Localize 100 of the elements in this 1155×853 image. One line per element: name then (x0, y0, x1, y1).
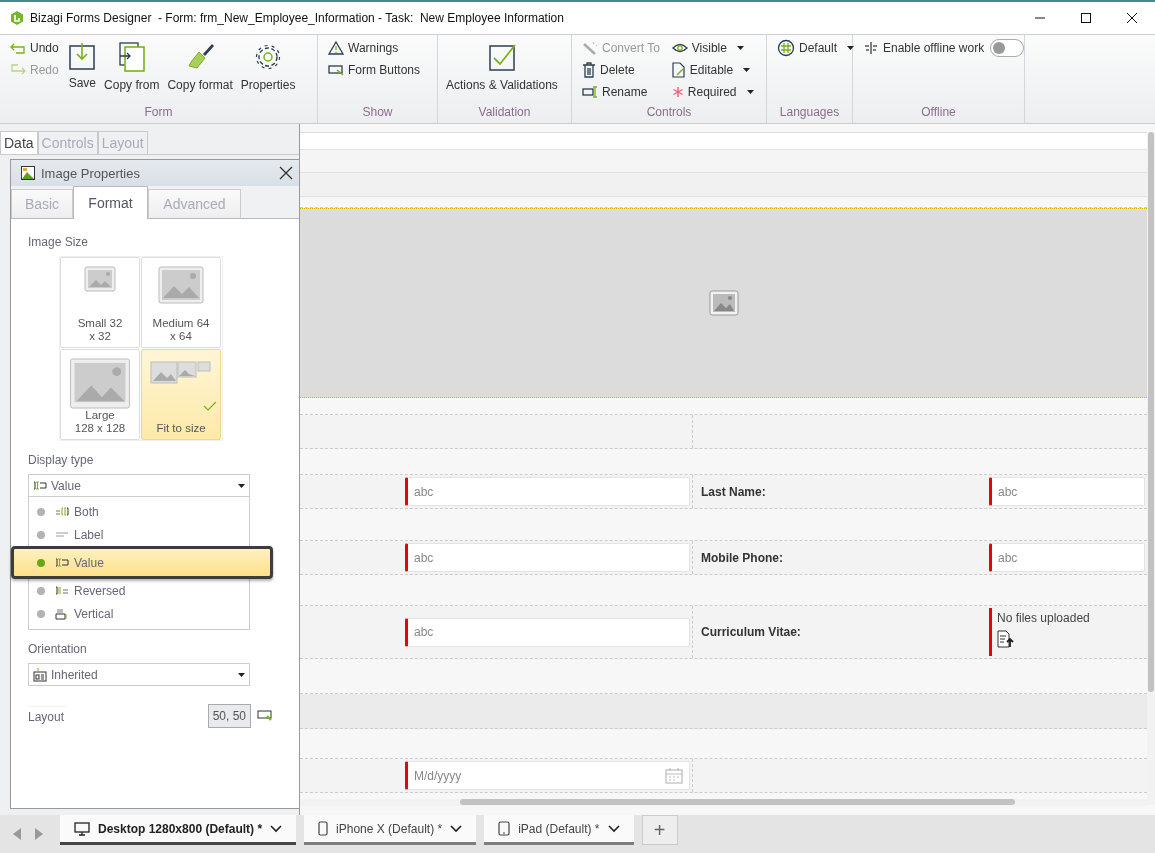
ribbon-button[interactable]: Required (671, 82, 754, 102)
check-icon (203, 401, 217, 411)
upload-status: No files uploaded (997, 611, 1091, 625)
left-arrow-icon (13, 828, 21, 840)
warning-icon (328, 41, 344, 55)
panel-tab[interactable]: Data (0, 131, 38, 154)
upload-icon (997, 630, 1015, 648)
eye-icon (671, 42, 688, 54)
ribbon-button[interactable]: Undo (10, 38, 59, 58)
both-icon (55, 505, 69, 518)
wand-icon (582, 41, 598, 55)
window-title: Bizagi Forms Designer - Form: frm_New_Employee_Information - Task: New Employee Information (30, 11, 564, 25)
size-option[interactable]: Fit to size (141, 349, 221, 440)
undo-icon (10, 42, 26, 54)
redo-icon (10, 64, 26, 76)
globe-icon (777, 39, 795, 57)
chevron-icon (270, 824, 283, 833)
chevron-icon (607, 824, 620, 833)
trash-icon (582, 62, 596, 78)
device-tab[interactable]: iPhone X (Default) * (304, 815, 477, 845)
group-label: Languages (778, 105, 841, 121)
app-logo-icon (10, 11, 24, 25)
caret-icon (238, 672, 245, 677)
right-arrow-icon (35, 828, 43, 840)
save-icon (69, 42, 96, 70)
field-label: Display type (28, 453, 95, 467)
brush-icon (185, 42, 216, 72)
toggle-label[interactable]: Enable offline work (863, 38, 985, 58)
tablet-icon (498, 821, 511, 836)
ribbon-button[interactable]: Form Buttons (328, 60, 421, 80)
dropdown-field[interactable]: Value (28, 474, 250, 497)
input-field[interactable]: abc (405, 543, 690, 572)
monitor-icon (74, 821, 90, 836)
field-label: Last Name: (701, 484, 767, 499)
page-edit-icon (671, 62, 686, 78)
dropdown-option[interactable]: Reversed (29, 579, 249, 602)
ribbon-button[interactable]: Default (777, 38, 855, 58)
field-label: Orientation (28, 642, 88, 656)
radio-dot (37, 586, 45, 595)
ribbon-button[interactable]: Actions & Validations (444, 38, 560, 105)
ribbon-button[interactable]: Copy format (165, 38, 235, 105)
section-label: Image Size (28, 235, 90, 249)
radio-dot (37, 558, 45, 567)
input-field[interactable]: abc (989, 477, 1145, 506)
maximize-icon (1080, 12, 1092, 24)
image-icon (21, 166, 35, 180)
phone-icon (318, 821, 329, 836)
device-tab[interactable]: iPad (Default) * (484, 815, 634, 845)
caret-icon (238, 483, 245, 488)
toggle-switch[interactable] (990, 39, 1025, 57)
layout-value: 50, 50 (207, 704, 251, 728)
ribbon-button[interactable]: Editable (671, 60, 754, 80)
scrollbar[interactable] (1147, 132, 1155, 805)
scrollbar[interactable] (300, 799, 1147, 806)
image-icon (69, 358, 131, 409)
input-field[interactable]: abc (989, 543, 1145, 572)
add-tab-button[interactable]: + (641, 815, 678, 845)
ribbon-button[interactable]: Delete (582, 60, 660, 80)
image-icon (708, 290, 739, 316)
copy-icon (117, 42, 146, 72)
group-label: Show (361, 105, 394, 121)
input-field[interactable]: M/d/yyyy (405, 761, 690, 790)
input-field[interactable]: abc (405, 617, 690, 647)
field-label: Curriculum Vitae: (701, 625, 802, 639)
field-label: Mobile Phone: (701, 550, 784, 565)
calendar-icon (665, 767, 683, 784)
value-icon (55, 556, 69, 569)
dropdown-option[interactable]: Both (29, 500, 249, 523)
ribbon-button[interactable]: Save (66, 38, 99, 105)
dropdown-field[interactable]: Inherited (28, 663, 250, 686)
form-button-icon (328, 64, 344, 76)
form-icon (33, 667, 47, 682)
offline-icon (863, 41, 879, 55)
reversed-icon (55, 584, 69, 597)
field-label: Layout (28, 705, 68, 727)
dropdown-option[interactable]: Vertical (29, 602, 249, 625)
ribbon-button[interactable]: Copy from (102, 38, 162, 105)
panel-title: Image Properties (41, 165, 140, 181)
ribbon-button[interactable]: Warnings (328, 38, 421, 58)
vertical-icon (55, 607, 69, 620)
size-option[interactable]: Large 128 x 128 (60, 349, 140, 440)
layout-button[interactable] (257, 710, 273, 722)
close-icon (1126, 12, 1138, 24)
layout-edit-icon (257, 710, 273, 722)
tab[interactable]: Format (73, 186, 148, 219)
dropdown-option[interactable]: Value (11, 546, 273, 579)
device-tab[interactable]: Desktop 1280x800 (Default) * (60, 815, 297, 845)
checkbox-icon (487, 42, 516, 72)
size-option[interactable]: Medium 64 x 64 (141, 257, 221, 348)
ribbon-button[interactable]: Rename (582, 82, 660, 102)
image-icon (84, 266, 116, 292)
group-label: Form (143, 105, 174, 121)
dropdown-option[interactable]: Label (29, 523, 249, 546)
ribbon-button[interactable]: Visible (671, 38, 754, 58)
rename-icon (582, 86, 598, 98)
input-field[interactable]: abc (405, 477, 690, 506)
ribbon-button[interactable]: Properties (238, 38, 298, 105)
size-option[interactable]: Small 32 x 32 (60, 257, 140, 348)
value-icon (33, 479, 47, 492)
asterisk-icon (671, 86, 684, 98)
